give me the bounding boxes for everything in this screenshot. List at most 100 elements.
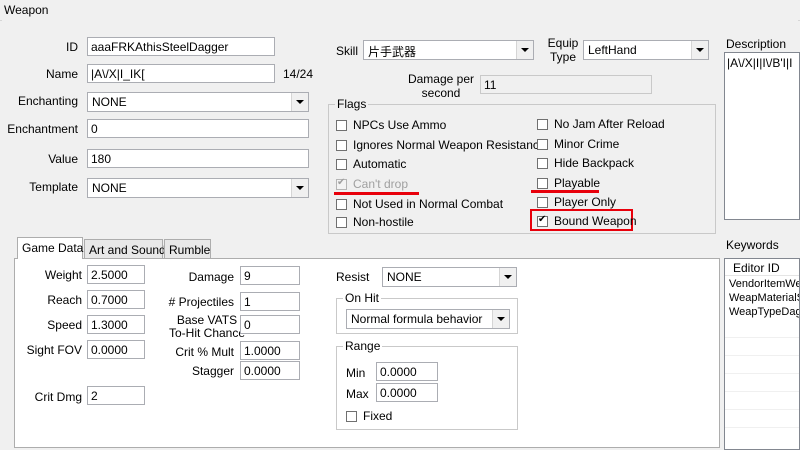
checkbox-icon[interactable] <box>537 118 548 130</box>
enchanting-select[interactable]: NONE <box>87 92 309 112</box>
checkbox-icon[interactable] <box>336 139 347 151</box>
tab-game-data[interactable]: Game Data <box>17 237 83 259</box>
template-select[interactable]: NONE <box>87 178 309 198</box>
range-title: Range <box>343 339 383 353</box>
checkbox-icon[interactable] <box>336 198 347 210</box>
fixed-checkbox[interactable]: Fixed <box>346 409 392 423</box>
flag-label: Minor Crime <box>554 137 620 151</box>
checkbox-checked-icon[interactable] <box>537 214 548 227</box>
flag-ignores-normal-weapon-resistance[interactable]: Ignores Normal Weapon Resistance <box>336 138 546 152</box>
flag-hide-backpack[interactable]: Hide Backpack <box>537 156 634 170</box>
tab-art-and-sound[interactable]: Art and Sound <box>84 239 166 259</box>
flag-label: Non-hostile <box>353 215 414 229</box>
flag-label: Bound Weapon <box>554 214 637 228</box>
damage-input[interactable] <box>240 266 300 285</box>
resist-label: Resist <box>336 270 370 284</box>
description-textarea[interactable]: |A\/X|I|I\/B'I|I <box>724 52 800 220</box>
grid-line <box>725 391 799 392</box>
flag-label: Can't drop <box>353 177 408 191</box>
checkbox-checked-icon <box>336 177 347 190</box>
skill-value: 片手武器 <box>368 45 417 59</box>
checkbox-icon[interactable] <box>537 196 548 208</box>
id-input[interactable] <box>87 37 275 56</box>
chevron-down-icon[interactable] <box>516 41 533 59</box>
stagger-input[interactable] <box>240 361 300 380</box>
min-label: Min <box>346 366 366 380</box>
flag-playable[interactable]: Playable <box>537 176 600 190</box>
flag-player-only[interactable]: Player Only <box>537 195 616 209</box>
list-item[interactable]: WeapTypeDag <box>725 306 799 320</box>
window-titlebar: Weapon <box>0 0 800 21</box>
chevron-down-icon[interactable] <box>291 179 308 197</box>
weight-input[interactable] <box>87 265 145 284</box>
skill-select[interactable]: 片手武器 <box>363 40 534 60</box>
flag-label: Ignores Normal Weapon Resistance <box>353 138 546 152</box>
checkbox-icon[interactable] <box>537 177 548 189</box>
sight-fov-input[interactable] <box>87 340 145 359</box>
flag-label: Playable <box>554 176 601 190</box>
flag-automatic[interactable]: Automatic <box>336 157 406 171</box>
flag-label: Hide Backpack <box>554 156 635 170</box>
description-label: Description <box>726 37 787 51</box>
window-title: Weapon <box>4 3 49 17</box>
checkbox-icon[interactable] <box>336 158 347 170</box>
flag-not-used-in-normal-combat[interactable]: Not Used in Normal Combat <box>336 197 503 211</box>
flag-non-hostile[interactable]: Non-hostile <box>336 215 414 229</box>
max-label: Max <box>346 387 369 401</box>
checkbox-icon[interactable] <box>336 119 347 131</box>
equip-label-line2: Type <box>549 50 576 64</box>
grid-line <box>725 373 799 374</box>
flag-label: NPCs Use Ammo <box>353 118 447 132</box>
chevron-down-icon[interactable] <box>499 268 516 286</box>
reach-input[interactable] <box>87 290 145 309</box>
chevron-down-icon[interactable] <box>691 41 708 59</box>
stagger-label: Stagger <box>191 364 234 378</box>
equip-type-label: Equip Type <box>544 36 582 64</box>
equip-type-select[interactable]: LeftHand <box>583 40 709 60</box>
flag-no-jam-after-reload[interactable]: No Jam After Reload <box>537 117 665 131</box>
on-hit-value: Normal formula behavior <box>351 312 483 326</box>
speed-input[interactable] <box>87 315 145 334</box>
grid-line <box>725 409 799 410</box>
keywords-list[interactable]: Editor ID VendorItemWe WeapMaterialS Wea… <box>724 258 800 450</box>
checkbox-icon[interactable] <box>537 138 548 150</box>
chevron-down-icon[interactable] <box>492 310 509 328</box>
tab-rumble[interactable]: Rumble <box>164 239 211 259</box>
resist-select[interactable]: NONE <box>382 267 517 287</box>
flag-minor-crime[interactable]: Minor Crime <box>537 137 619 151</box>
grid-line <box>725 355 799 356</box>
damage-per-second-field <box>480 75 652 94</box>
reach-label: Reach <box>47 293 82 307</box>
vats-input[interactable] <box>240 315 300 334</box>
projectiles-input[interactable] <box>240 292 300 311</box>
crit-mult-label: Crit % Mult <box>175 345 234 359</box>
flag-label: Not Used in Normal Combat <box>353 197 504 211</box>
max-input[interactable] <box>376 383 438 402</box>
damage-per-second-label: Damage per second <box>404 72 478 100</box>
enchanting-label: Enchanting <box>17 94 78 108</box>
flag-label: Automatic <box>353 157 407 171</box>
name-input[interactable] <box>87 64 275 83</box>
min-input[interactable] <box>376 362 438 381</box>
red-underline-annotation <box>334 192 419 195</box>
speed-label: Speed <box>47 318 82 332</box>
flag-npcs-use-ammo[interactable]: NPCs Use Ammo <box>336 118 446 132</box>
checkbox-icon[interactable] <box>336 216 347 228</box>
crit-mult-input[interactable] <box>240 341 300 360</box>
enchantment-label: Enchantment <box>7 122 78 136</box>
checkbox-icon[interactable] <box>346 410 357 422</box>
checkbox-icon[interactable] <box>537 157 548 169</box>
red-underline-annotation <box>531 190 599 193</box>
flag-cant-drop: Can't drop <box>336 177 408 191</box>
on-hit-select[interactable]: Normal formula behavior <box>346 309 510 329</box>
chevron-down-icon[interactable] <box>291 93 308 111</box>
sight-fov-label: Sight FOV <box>26 343 82 357</box>
list-item[interactable]: VendorItemWe <box>725 278 799 292</box>
grid-line <box>725 427 799 428</box>
list-item[interactable]: WeapMaterialS <box>725 292 799 306</box>
flag-bound-weapon[interactable]: Bound Weapon <box>537 214 637 228</box>
keywords-column-header[interactable]: Editor ID <box>725 259 799 276</box>
value-input[interactable] <box>87 149 309 168</box>
enchantment-input[interactable] <box>87 119 309 138</box>
crit-dmg-input[interactable] <box>87 386 145 405</box>
